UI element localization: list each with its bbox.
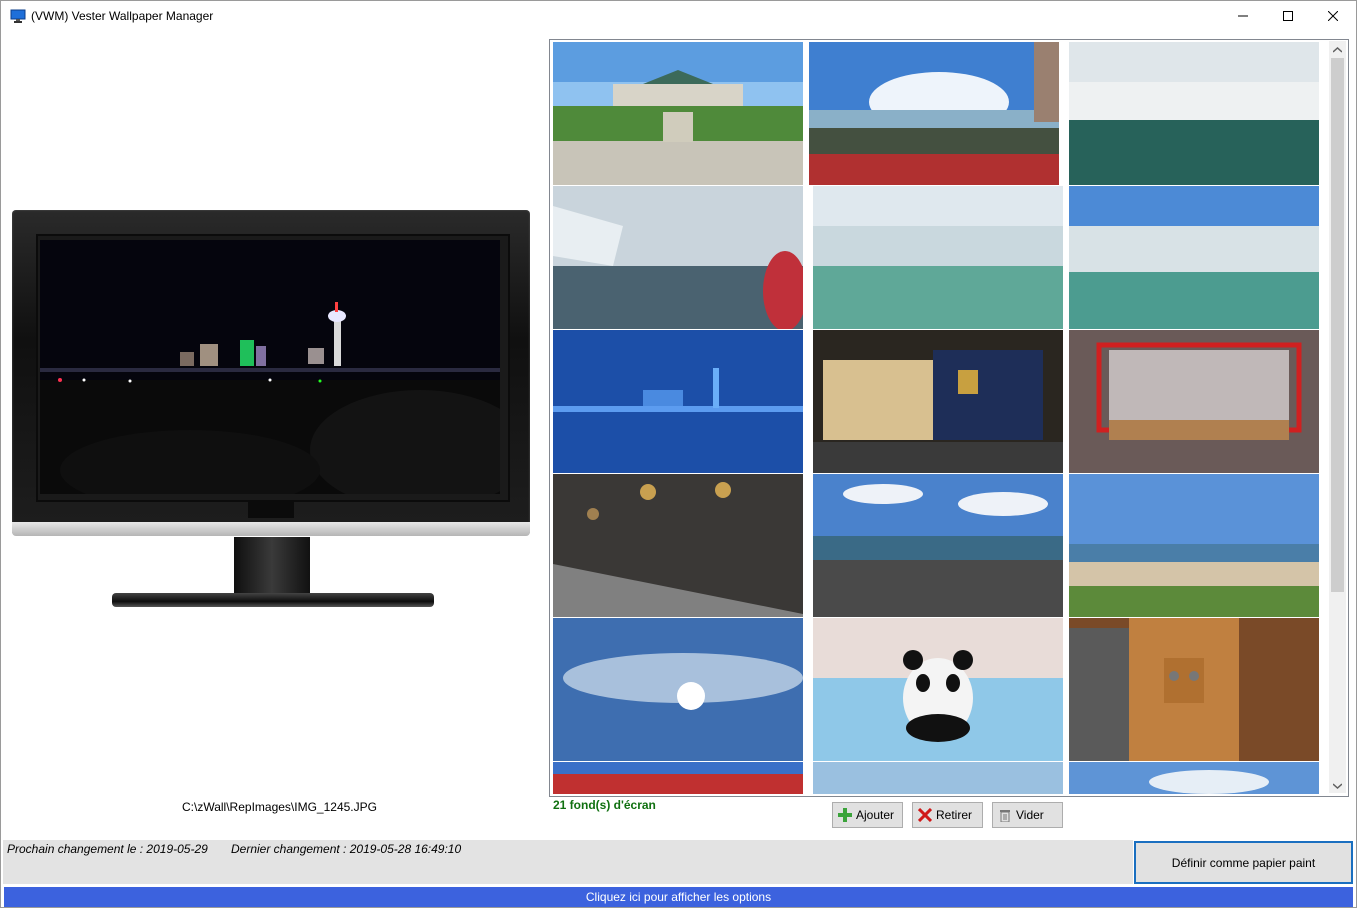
chevron-up-icon	[1333, 46, 1342, 53]
thumb-falls-horseshoe-2[interactable]	[1069, 186, 1319, 329]
monitor-stand-neck	[234, 537, 310, 593]
red-x-icon	[917, 807, 933, 823]
thumb-garden-building[interactable]	[553, 42, 803, 185]
wallpaper-count: 21 fond(s) d'écran	[553, 798, 656, 812]
thumb-hockey-net[interactable]	[1069, 330, 1319, 473]
wallpaper-gallery[interactable]	[549, 39, 1349, 797]
thumb-falls-horseshoe[interactable]	[813, 186, 1063, 329]
thumb-hall-of-fame[interactable]	[813, 330, 1063, 473]
last-change-text: Dernier changement : 2019-05-28 16:49:10	[231, 842, 462, 856]
thumb-city-aerial[interactable]	[813, 474, 1063, 617]
remove-button-label: Retirer	[936, 808, 973, 822]
scroll-down-button[interactable]	[1329, 777, 1346, 794]
window-title: (VWM) Vester Wallpaper Manager	[31, 9, 214, 23]
thumb-falls-crowd[interactable]	[809, 42, 1059, 185]
monitor-logo-plate	[248, 500, 294, 518]
minimize-button[interactable]	[1220, 1, 1266, 31]
close-icon	[1328, 11, 1338, 21]
thumb-beach[interactable]	[1069, 474, 1319, 617]
thumb-falls-mist-people[interactable]	[553, 186, 803, 329]
current-file-path: C:\zWall\RepImages\IMG_1245.JPG	[182, 800, 377, 814]
wallpaper-preview-monitor	[12, 210, 532, 610]
preview-image	[40, 240, 500, 494]
plus-icon	[837, 807, 853, 823]
maximize-icon	[1283, 11, 1293, 21]
title-bar[interactable]: (VWM) Vester Wallpaper Manager	[1, 1, 1356, 31]
thumb-falls-wide[interactable]	[1069, 42, 1319, 185]
gallery-scrollbar-thumb[interactable]	[1331, 58, 1344, 592]
monitor-stand-base	[112, 593, 434, 607]
scroll-up-button[interactable]	[1329, 41, 1346, 58]
set-wallpaper-button[interactable]: Définir comme papier paint	[1134, 841, 1353, 884]
thumb-sky-sun[interactable]	[553, 618, 803, 761]
next-change-text: Prochain changement le : 2019-05-29	[7, 842, 208, 856]
thumb-rings-display[interactable]	[553, 474, 803, 617]
app-monitor-icon	[10, 8, 26, 24]
close-button[interactable]	[1310, 1, 1356, 31]
clear-button-label: Vider	[1016, 808, 1044, 822]
remove-button[interactable]: Retirer	[912, 802, 983, 828]
clear-button[interactable]: Vider	[992, 802, 1063, 828]
thumb-night-skyline-blue[interactable]	[553, 330, 803, 473]
thumb-wall-telephone[interactable]	[1069, 618, 1319, 761]
show-options-bar[interactable]: Cliquez ici pour afficher les options	[4, 887, 1353, 907]
thumb-panda-plush[interactable]	[813, 618, 1063, 761]
thumb-partial-1[interactable]	[553, 762, 803, 794]
thumb-partial-3[interactable]	[1069, 762, 1319, 794]
thumb-partial-2[interactable]	[813, 762, 1063, 794]
minimize-icon	[1238, 15, 1248, 17]
monitor-chrome-strip	[12, 522, 530, 536]
chevron-down-icon	[1333, 782, 1342, 789]
maximize-button[interactable]	[1265, 1, 1311, 31]
add-button[interactable]: Ajouter	[832, 802, 903, 828]
add-button-label: Ajouter	[856, 808, 895, 822]
trash-icon	[997, 807, 1013, 823]
